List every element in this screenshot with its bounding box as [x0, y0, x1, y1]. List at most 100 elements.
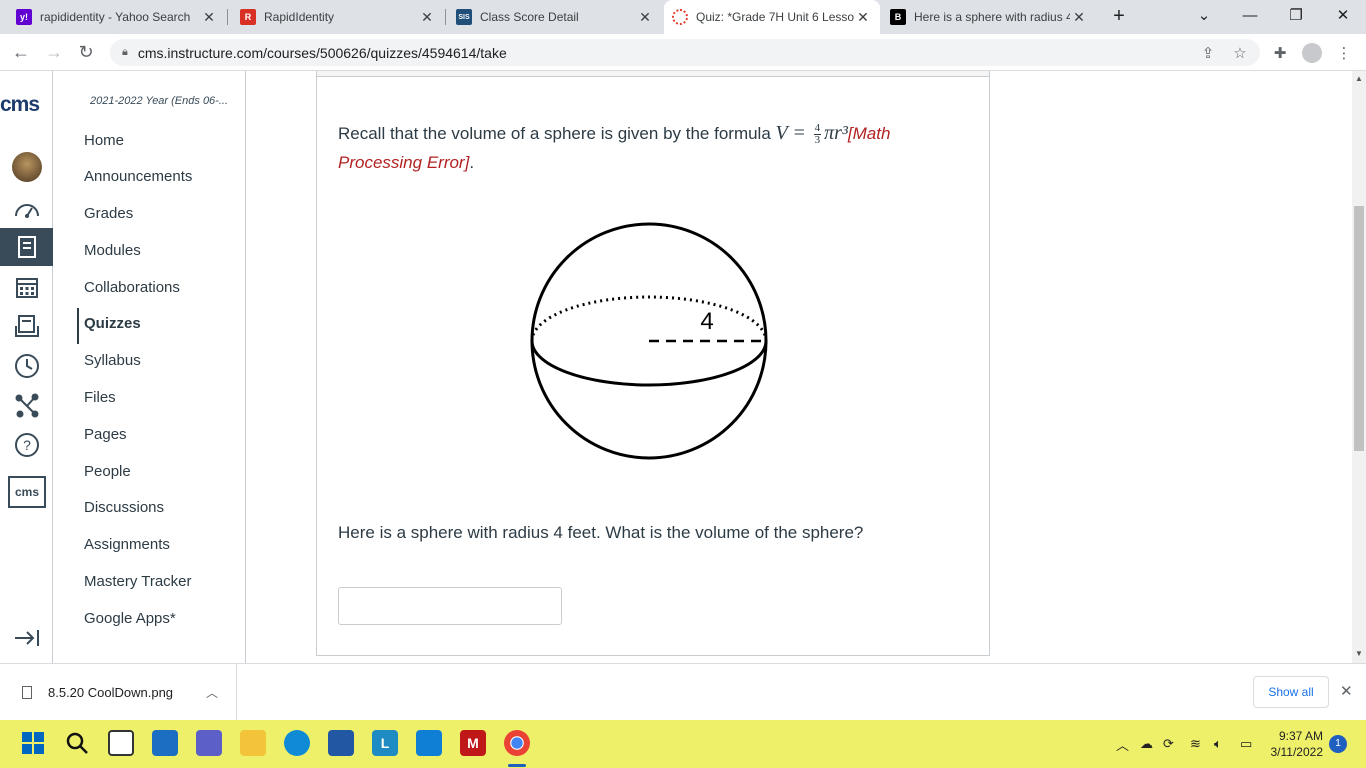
course-nav-collaborations[interactable]: Collaborations [84, 279, 180, 296]
mcafee-icon[interactable]: M [460, 730, 486, 756]
close-tab-icon[interactable]: ✕ [418, 9, 436, 26]
extensions-puzzle-icon[interactable]: ✚ [1266, 34, 1294, 71]
download-item[interactable]: 8.5.20 CoolDown.png ︿ [0, 664, 237, 721]
restore-icon[interactable]: ❐ [1273, 0, 1319, 34]
url-field[interactable]: 🔒︎ cms.instructure.com/courses/500626/qu… [110, 39, 1260, 66]
taskbar-clock[interactable]: 9:37 AM 3/11/2022 [1268, 728, 1324, 760]
forward-arrow-icon[interactable]: → [39, 34, 69, 71]
calendar-icon[interactable] [0, 268, 53, 306]
app-blue-icon[interactable] [416, 730, 442, 756]
scrollbar-thumb[interactable] [1354, 206, 1364, 451]
dashboard-icon[interactable] [0, 191, 53, 229]
course-nav: 2021-2022 Year (Ends 06-... Home Announc… [53, 71, 246, 663]
onedrive-cloud-icon[interactable]: ☁ [1140, 720, 1153, 768]
battery-icon[interactable]: ▭ [1240, 720, 1252, 768]
course-nav-files[interactable]: Files [84, 389, 116, 406]
collapse-nav-icon[interactable] [0, 619, 53, 657]
course-nav-assignments[interactable]: Assignments [84, 536, 170, 553]
course-nav-quizzes[interactable]: Quizzes [84, 315, 141, 332]
question-header-edge [317, 71, 989, 77]
notification-badge[interactable]: 1 [1329, 735, 1347, 753]
tab-class-score-detail[interactable]: SIS Class Score Detail ✕ [448, 0, 662, 34]
chevron-up-icon[interactable]: ︿ [206, 684, 218, 701]
close-tab-icon[interactable]: ✕ [854, 9, 872, 26]
scroll-down-arrow-icon[interactable]: ▼ [1355, 649, 1363, 658]
cms-logo[interactable]: cms [0, 93, 53, 117]
course-nav-modules[interactable]: Modules [84, 242, 141, 259]
tray-chevron-up-icon[interactable]: ︿ [1116, 720, 1129, 768]
cms-apps-icon[interactable]: cms [0, 471, 53, 511]
term-label: 2021-2022 Year (Ends 06-... [90, 95, 229, 107]
new-tab-plus-icon[interactable]: + [1096, 0, 1142, 34]
close-window-icon[interactable]: ✕ [1320, 0, 1366, 34]
tab-title: Class Score Detail [480, 10, 579, 24]
page-scrollbar[interactable]: ▲ ▼ [1352, 71, 1366, 663]
account-avatar-icon[interactable] [0, 148, 53, 186]
course-nav-mastery-tracker[interactable]: Mastery Tracker [84, 573, 192, 590]
search-icon[interactable] [64, 730, 90, 756]
global-nav: cms ? cms [0, 71, 53, 663]
browser-tab-bar: y! rapididentity - Yahoo Search ✕ R Rapi… [0, 0, 1366, 34]
bookmark-star-icon[interactable]: ☆ [1226, 34, 1254, 71]
close-tab-icon[interactable]: ✕ [636, 9, 654, 26]
url-text: cms.instructure.com/courses/500626/quizz… [137, 44, 507, 61]
close-tab-icon[interactable]: ✕ [1070, 9, 1088, 26]
formula-lhs: V = [775, 122, 806, 144]
close-downloads-icon[interactable]: ✕ [1340, 682, 1353, 700]
volume-icon[interactable]: 🔈︎ [1214, 720, 1222, 768]
sphere-figure: 4 [530, 222, 768, 460]
task-view-icon[interactable] [108, 730, 134, 756]
show-all-button[interactable]: Show all [1253, 676, 1329, 708]
brainly-favicon-icon: B [890, 9, 906, 25]
tab-search-chevron-icon[interactable]: ⌄ [1181, 0, 1227, 34]
share-icon[interactable]: ⇪ [1194, 34, 1222, 71]
scroll-up-arrow-icon[interactable]: ▲ [1355, 74, 1363, 83]
close-tab-icon[interactable]: ✕ [200, 9, 218, 26]
active-indicator [77, 308, 79, 344]
tab-title: Here is a sphere with radius 4 [914, 10, 1070, 24]
courses-icon[interactable] [0, 228, 53, 266]
inbox-icon[interactable] [0, 307, 53, 345]
sentence-period: . [469, 153, 475, 172]
chrome-icon[interactable] [504, 730, 530, 756]
address-bar-row: ← → ↻ 🔒︎ cms.instructure.com/courses/500… [0, 34, 1366, 71]
question-intro-text: Recall that the volume of a sphere is gi… [338, 119, 978, 177]
wifi-icon[interactable]: ≋ [1190, 720, 1201, 768]
course-nav-people[interactable]: People [84, 463, 131, 480]
file-explorer-icon[interactable] [240, 730, 266, 756]
tab-title: RapidIdentity [264, 10, 335, 24]
course-nav-discussions[interactable]: Discussions [84, 499, 164, 516]
sis-favicon-icon: SIS [456, 9, 472, 25]
reload-icon[interactable]: ↻ [71, 34, 101, 71]
radius-label: 4 [700, 308, 713, 335]
minimize-icon[interactable]: — [1227, 0, 1273, 34]
profile-avatar-icon[interactable] [1298, 34, 1326, 71]
course-nav-google-apps[interactable]: Google Apps* [84, 610, 176, 627]
widgets-icon[interactable] [152, 730, 178, 756]
tab-quiz-active[interactable]: Quiz: *Grade 7H Unit 6 Lesso ✕ [664, 0, 880, 34]
tab-rapididentity[interactable]: R RapidIdentity ✕ [232, 0, 444, 34]
sync-icon[interactable]: ⟳ [1163, 720, 1174, 768]
launcher-l-icon[interactable]: L [372, 730, 398, 756]
clock-time: 9:37 AM [1278, 729, 1323, 743]
tab-brainly[interactable]: B Here is a sphere with radius 4 ✕ [882, 0, 1096, 34]
course-nav-pages[interactable]: Pages [84, 426, 127, 443]
answer-input[interactable] [338, 587, 562, 625]
chrome-menu-icon[interactable]: ⋮ [1330, 34, 1358, 71]
course-nav-grades[interactable]: Grades [84, 205, 133, 222]
course-nav-home[interactable]: Home [84, 132, 124, 149]
edge-browser-icon[interactable] [284, 730, 310, 756]
microsoft-store-icon[interactable] [328, 730, 354, 756]
help-question-icon[interactable]: ? [0, 426, 53, 464]
active-app-indicator [508, 764, 526, 767]
tab-yahoo-search[interactable]: y! rapididentity - Yahoo Search ✕ [8, 0, 226, 34]
back-arrow-icon[interactable]: ← [6, 34, 36, 71]
course-nav-announcements[interactable]: Announcements [84, 168, 192, 185]
windows-start-icon[interactable] [20, 730, 46, 756]
commons-share-icon[interactable] [0, 387, 53, 425]
teams-chat-icon[interactable] [196, 730, 222, 756]
rapididentity-favicon-icon: R [240, 9, 256, 25]
course-nav-syllabus[interactable]: Syllabus [84, 352, 141, 369]
history-clock-icon[interactable] [0, 347, 53, 385]
intro-text: Recall that the volume of a sphere is gi… [338, 124, 776, 143]
